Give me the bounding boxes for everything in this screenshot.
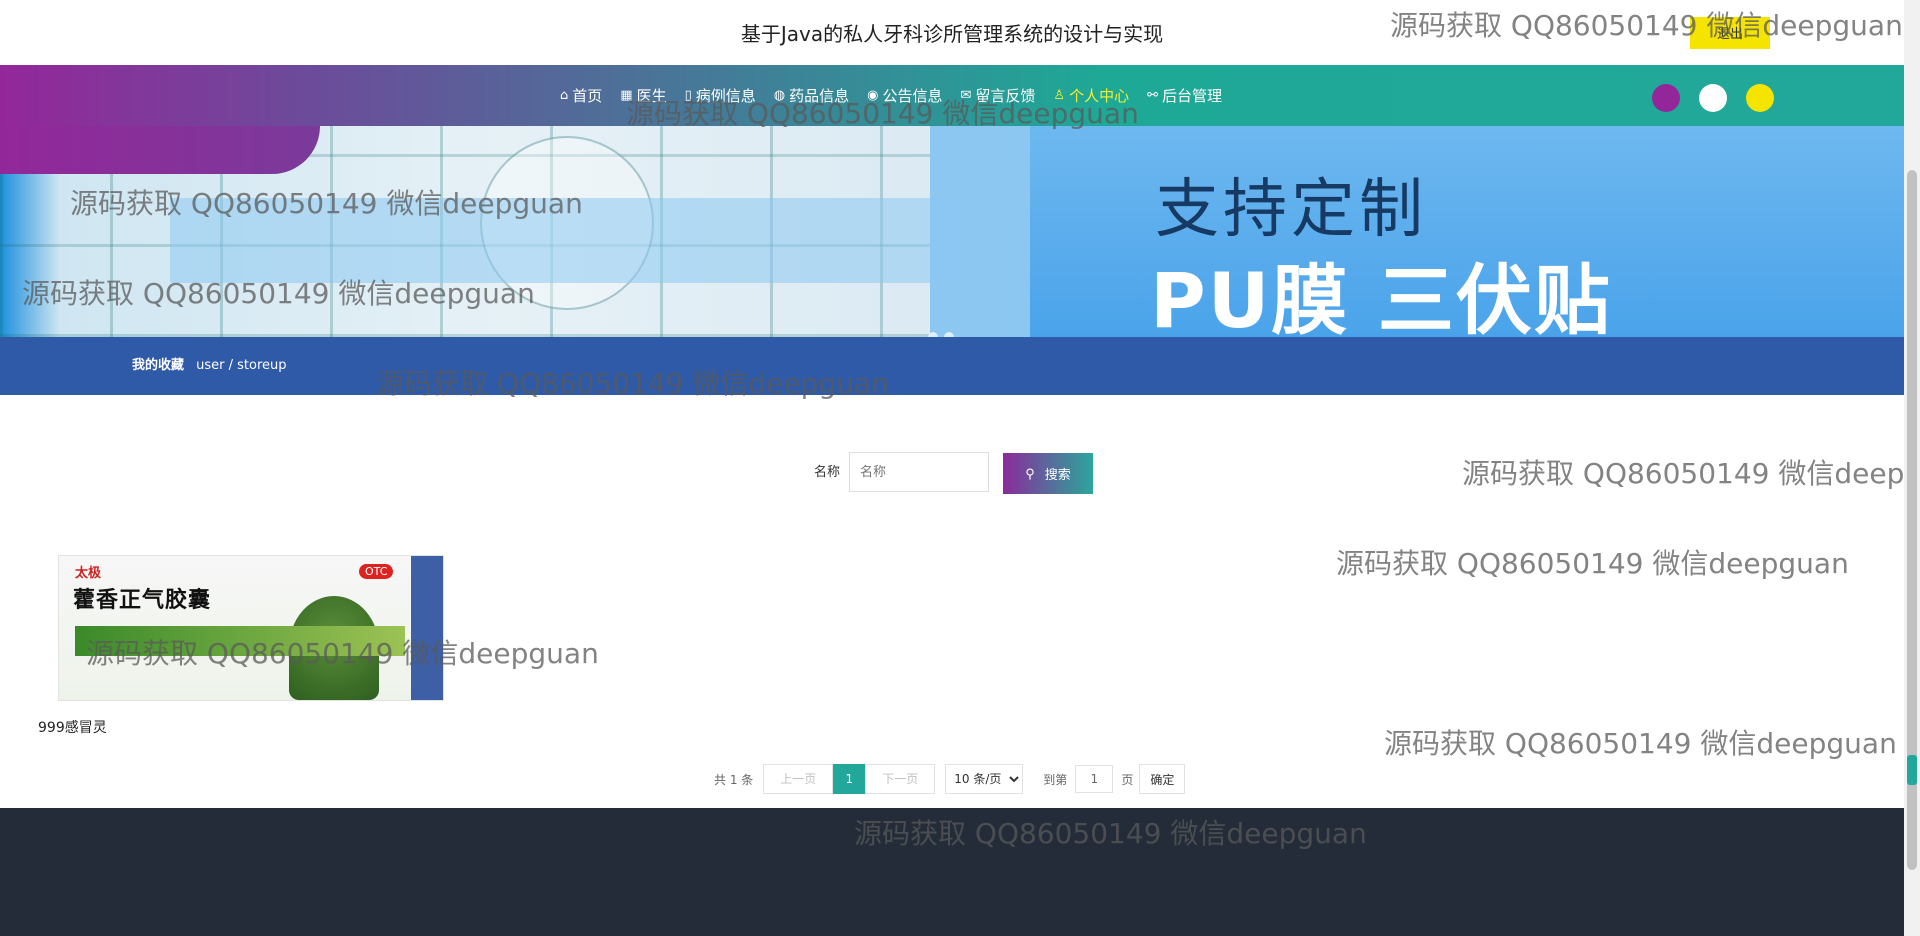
breadcrumb-title: 我的收藏 bbox=[132, 358, 185, 373]
product-name[interactable]: 999感冒灵 bbox=[38, 717, 107, 737]
nav-item-label: 公告信息 bbox=[882, 87, 943, 105]
watermark: 源码获取 QQ86050149 微信deepguan bbox=[1384, 727, 1897, 760]
breadcrumb-path: user / storeup bbox=[196, 358, 287, 373]
site-title: 基于Java的私人牙科诊所管理系统的设计与实现 bbox=[740, 22, 1164, 46]
search-icon: ⚲ bbox=[1025, 465, 1035, 481]
page-scrollbar[interactable] bbox=[1904, 0, 1920, 936]
pagination: 共 1 条 上一页 1 下一页 10 条/页 到第 页 确定 bbox=[714, 764, 1186, 794]
nav-item-profile[interactable]: ♙ 个人中心 bbox=[1053, 85, 1129, 106]
nav-item-label: 个人中心 bbox=[1069, 87, 1130, 105]
nav-item-feedback[interactable]: ✉ 留言反馈 bbox=[960, 85, 1035, 106]
prev-page-button[interactable]: 上一页 bbox=[763, 764, 834, 794]
theme-white-button[interactable] bbox=[1699, 84, 1727, 112]
home-icon: ⌂ bbox=[560, 88, 569, 103]
nav-item-label: 病例信息 bbox=[695, 87, 756, 105]
mail-icon: ✉ bbox=[960, 88, 972, 103]
banner-headline: 支持定制 bbox=[1155, 173, 1427, 247]
watermark: 源码获取 QQ86050149 微信deepguan bbox=[1336, 547, 1849, 580]
page-size-select[interactable]: 10 条/页 bbox=[945, 764, 1024, 794]
main-nav: ⌂ 首页 ▦ 医生 ▯ 病例信息 ◍ 药品信息 ◉ 公告信息 ✉ 留言反馈 ♙ … bbox=[0, 65, 1904, 126]
watermark: 源码获取 QQ86050149 微信deepguan bbox=[1462, 457, 1904, 490]
search-button-label: 搜索 bbox=[1044, 467, 1071, 482]
nav-item-notices[interactable]: ◉ 公告信息 bbox=[867, 85, 942, 106]
search-button[interactable]: ⚲ 搜索 bbox=[1003, 453, 1093, 494]
product-image[interactable]: 太极 OTC 藿香正气胶囊 bbox=[58, 555, 444, 701]
next-page-button[interactable]: 下一页 bbox=[865, 764, 936, 794]
medicine-icon: ◍ bbox=[773, 88, 786, 103]
logout-button[interactable]: 退出 bbox=[1690, 17, 1770, 49]
nav-item-label: 医生 bbox=[636, 87, 667, 105]
nav-item-doctor[interactable]: ▦ 医生 bbox=[620, 85, 666, 106]
nav-item-medicine[interactable]: ◍ 药品信息 bbox=[774, 85, 849, 106]
otc-badge: OTC bbox=[359, 564, 394, 579]
book-icon: ▯ bbox=[684, 88, 692, 103]
nav-item-label: 首页 bbox=[572, 87, 603, 105]
goto-page-input[interactable] bbox=[1075, 765, 1114, 793]
nav-item-label: 药品信息 bbox=[789, 87, 850, 105]
search-label: 名称 bbox=[813, 465, 840, 480]
nav-items: ⌂ 首页 ▦ 医生 ▯ 病例信息 ◍ 药品信息 ◉ 公告信息 ✉ 留言反馈 ♙ … bbox=[560, 65, 1240, 126]
breadcrumb: 我的收藏 user / storeup bbox=[132, 337, 287, 395]
page: 基于Java的私人牙科诊所管理系统的设计与实现 退出 ⌂ 首页 ▦ 医生 ▯ 病… bbox=[0, 0, 1904, 936]
theme-purple-button[interactable] bbox=[1652, 84, 1680, 112]
title-bar: 基于Java的私人牙科诊所管理系统的设计与实现 退出 bbox=[0, 0, 1904, 65]
link-icon: ⚯ bbox=[1147, 88, 1158, 103]
nav-item-label: 后台管理 bbox=[1161, 87, 1222, 105]
grid-icon: ▦ bbox=[620, 88, 633, 103]
theme-yellow-button[interactable] bbox=[1746, 84, 1774, 112]
product-image-name: 藿香正气胶囊 bbox=[73, 588, 212, 613]
nav-item-home[interactable]: ⌂ 首页 bbox=[560, 85, 602, 106]
nav-item-admin[interactable]: ⚯ 后台管理 bbox=[1147, 85, 1222, 106]
nav-item-cases[interactable]: ▯ 病例信息 bbox=[685, 85, 756, 106]
breadcrumb-bar: 我的收藏 user / storeup bbox=[0, 337, 1904, 395]
product-image-brand: 太极 bbox=[75, 566, 102, 581]
banner-corner-decoration bbox=[0, 126, 320, 174]
banner-subline: PU膜 三伏贴 bbox=[1150, 256, 1612, 337]
search-input[interactable] bbox=[849, 452, 989, 492]
page-unit-label: 页 bbox=[1121, 772, 1134, 787]
goto-label: 到第 bbox=[1043, 772, 1068, 787]
notice-icon: ◉ bbox=[867, 88, 879, 103]
footer bbox=[0, 808, 1904, 936]
page-number-button[interactable]: 1 bbox=[833, 764, 866, 794]
pagination-total: 共 1 条 bbox=[714, 772, 754, 787]
nav-item-label: 留言反馈 bbox=[975, 87, 1036, 105]
user-icon: ♙ bbox=[1053, 88, 1066, 103]
goto-confirm-button[interactable]: 确定 bbox=[1139, 764, 1186, 794]
